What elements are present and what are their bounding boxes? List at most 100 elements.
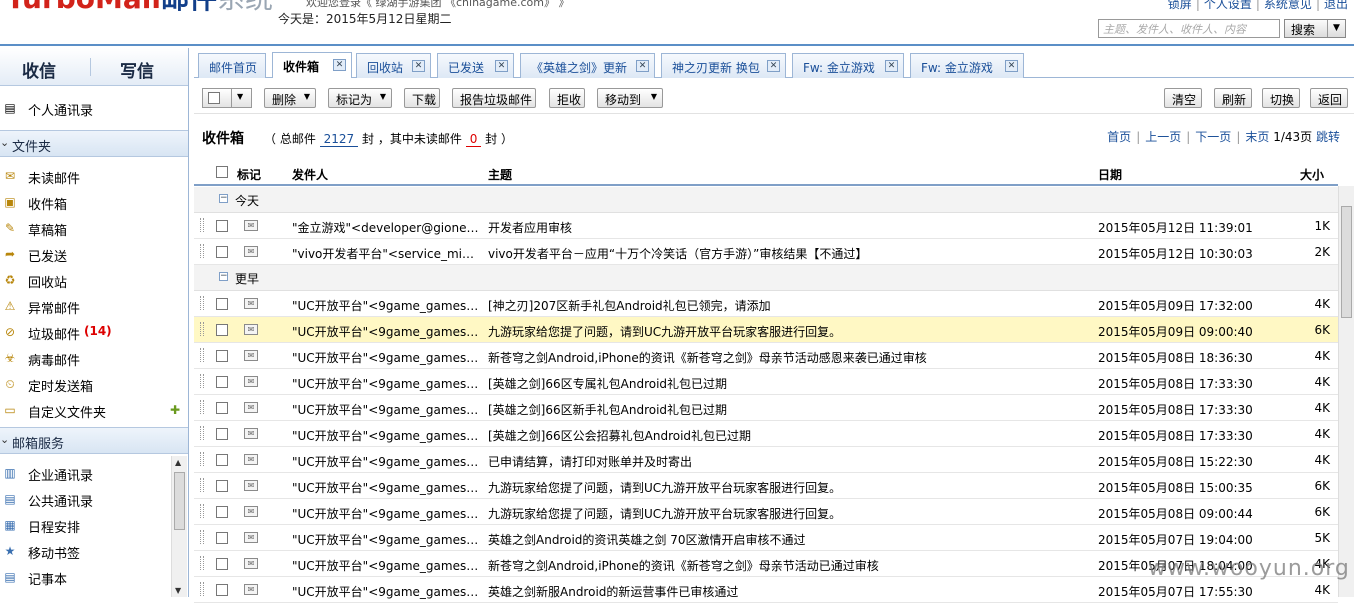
mail-subject[interactable]: 九游玩家给您提了问题，请到UC九游开放平台玩家客服进行回复。 — [488, 323, 1088, 340]
tab-item[interactable]: 回收站 ✕ — [356, 53, 431, 78]
mark-as-button[interactable]: 标记为 ▼ — [328, 88, 392, 108]
mail-sender[interactable]: "UC开放平台"<9game_gameservice@uc.cn> — [292, 427, 480, 444]
mail-subject[interactable]: 英雄之剑Android的资讯英雄之剑 70区激情开启审核不通过 — [488, 531, 1088, 548]
mail-subject[interactable]: 开发者应用审核 — [488, 219, 1088, 236]
table-row[interactable]: ✉ "UC开放平台"<9game_gameservice@uc.cn> 九游玩家给您… — [194, 317, 1338, 343]
next-page-link[interactable]: 下一页 — [1195, 130, 1231, 144]
logout-link[interactable]: 退出 — [1324, 0, 1348, 11]
table-row[interactable]: ✉ "UC开放平台"<9game_gameservice@uc.cn> 九游玩家给您… — [194, 499, 1338, 525]
drag-handle-icon[interactable] — [200, 296, 204, 310]
drag-handle-icon[interactable] — [200, 374, 204, 388]
column-mark[interactable]: 标记 — [237, 166, 261, 183]
table-row[interactable]: ✉ "vivo开发者平台"<service_mi@vivo.com> vivo开发者… — [194, 239, 1338, 265]
column-size[interactable]: 大小 — [1300, 166, 1324, 183]
mail-sender[interactable]: "UC开放平台"<9game_gameservice@uc.cn> — [292, 453, 480, 470]
table-row[interactable]: ✉ "UC开放平台"<9game_gameservice@uc.cn> 已申请结算，… — [194, 447, 1338, 473]
mail-sender[interactable]: "UC开放平台"<9game_gameservice@uc.cn> — [292, 505, 480, 522]
first-page-link[interactable]: 首页 — [1107, 130, 1131, 144]
tab-item[interactable]: 收件箱 ✕ — [272, 52, 352, 78]
drag-handle-icon[interactable] — [200, 504, 204, 518]
feedback-link[interactable]: 系统意见 — [1264, 0, 1312, 11]
mail-sender[interactable]: "UC开放平台"<9game_gameservice@uc.cn> — [292, 557, 480, 574]
sidebar-item-contacts[interactable]: ▤ 个人通讯录 — [0, 96, 188, 122]
clear-button[interactable]: 清空 — [1164, 88, 1202, 108]
table-row[interactable]: ✉ "UC开放平台"<9game_gameservice@uc.cn> [神之刃]2… — [194, 291, 1338, 317]
table-row[interactable]: ✉ "UC开放平台"<9game_gameservice@uc.cn> [英雄之剑]… — [194, 395, 1338, 421]
sidebar-item-folder[interactable]: ✎ 草稿箱 — [0, 216, 188, 242]
row-checkbox[interactable] — [216, 532, 228, 544]
reject-button[interactable]: 拒收 — [549, 88, 585, 108]
mail-sender[interactable]: "金立游戏"<developer@gionee.com> — [292, 219, 480, 236]
mail-sender[interactable]: "UC开放平台"<9game_gameservice@uc.cn> — [292, 323, 480, 340]
drag-handle-icon[interactable] — [200, 556, 204, 570]
tab-item[interactable]: Fw: 金立游戏 ✕ — [792, 53, 904, 78]
tab-item[interactable]: 已发送 ✕ — [437, 53, 514, 78]
sidebar-item-folder[interactable]: ▭ 自定义文件夹 ✚ — [0, 398, 188, 424]
receive-mail-tab[interactable]: 收信 — [22, 57, 56, 82]
column-subject[interactable]: 主题 — [488, 166, 512, 183]
row-checkbox[interactable] — [216, 324, 228, 336]
row-checkbox[interactable] — [216, 584, 228, 596]
sidebar-scrollbar[interactable]: ▲ ▼ — [171, 456, 187, 597]
drag-handle-icon[interactable] — [200, 348, 204, 362]
mail-sender[interactable]: "UC开放平台"<9game_gameservice@uc.cn> — [292, 375, 480, 392]
mail-sender[interactable]: "UC开放平台"<9game_gameservice@uc.cn> — [292, 479, 480, 496]
tab-item[interactable]: 神之刃更新 换包 ✕ — [661, 53, 786, 78]
sidebar-item-folder[interactable]: ➦ 已发送 — [0, 242, 188, 268]
row-checkbox[interactable] — [216, 558, 228, 570]
table-row[interactable]: ✉ "UC开放平台"<9game_gameservice@uc.cn> 新苍穹之剑A… — [194, 343, 1338, 369]
personal-settings-link[interactable]: 个人设置 — [1204, 0, 1252, 11]
drag-handle-icon[interactable] — [200, 244, 204, 258]
scroll-thumb[interactable] — [174, 472, 185, 530]
tab-item[interactable]: 邮件首页 — [198, 53, 266, 78]
close-tab-icon[interactable]: ✕ — [333, 59, 346, 71]
table-row[interactable]: ✉ "UC开放平台"<9game_gameservice@uc.cn> [英雄之剑]… — [194, 421, 1338, 447]
drag-handle-icon[interactable] — [200, 218, 204, 232]
row-checkbox[interactable] — [216, 376, 228, 388]
drag-handle-icon[interactable] — [200, 530, 204, 544]
drag-handle-icon[interactable] — [200, 400, 204, 414]
report-spam-button[interactable]: 报告垃圾邮件 — [452, 88, 536, 108]
row-checkbox[interactable] — [216, 246, 228, 258]
group-header[interactable]: − 今天 — [194, 187, 1338, 213]
sidebar-item-service[interactable]: ▤ 记事本 — [0, 565, 170, 591]
mail-sender[interactable]: "UC开放平台"<9game_gameservice@uc.cn> — [292, 349, 480, 366]
back-button[interactable]: 返回 — [1310, 88, 1348, 108]
column-date[interactable]: 日期 — [1098, 166, 1122, 183]
table-row[interactable]: ✉ "UC开放平台"<9game_gameservice@uc.cn> 英雄之剑An… — [194, 525, 1338, 551]
download-button[interactable]: 下载 — [404, 88, 440, 108]
scroll-thumb[interactable] — [1341, 206, 1352, 318]
table-row[interactable]: ✉ "UC开放平台"<9game_gameservice@uc.cn> [英雄之剑]… — [194, 369, 1338, 395]
chevron-down-icon[interactable]: ▼ — [1327, 20, 1345, 37]
sidebar-item-service[interactable]: ★ 移动书签 — [0, 539, 170, 565]
sidebar-item-folder[interactable]: ☣ 病毒邮件 — [0, 346, 188, 372]
row-checkbox[interactable] — [216, 428, 228, 440]
drag-handle-icon[interactable] — [200, 478, 204, 492]
table-row[interactable]: ✉ "金立游戏"<developer@gionee.com> 开发者应用审核 2015… — [194, 213, 1338, 239]
refresh-button[interactable]: 刷新 — [1214, 88, 1252, 108]
mail-sender[interactable]: "vivo开发者平台"<service_mi@vivo.com> — [292, 245, 480, 262]
delete-button[interactable]: 删除 ▼ — [264, 88, 316, 108]
mail-subject[interactable]: 已申请结算，请打印对账单并及时寄出 — [488, 453, 1088, 470]
group-header[interactable]: − 更早 — [194, 265, 1338, 291]
column-from[interactable]: 发件人 — [292, 166, 328, 183]
row-checkbox[interactable] — [216, 402, 228, 414]
sidebar-item-service[interactable]: ▤ 公共通讯录 — [0, 487, 170, 513]
collapse-icon[interactable]: − — [219, 194, 228, 203]
sidebar-item-folder[interactable]: ✉ 未读邮件 — [0, 164, 188, 190]
move-to-button[interactable]: 移动到 ▼ — [597, 88, 663, 108]
last-page-link[interactable]: 末页 — [1245, 130, 1269, 144]
drag-handle-icon[interactable] — [200, 322, 204, 336]
compose-mail-tab[interactable]: 写信 — [120, 57, 154, 82]
mail-list-scrollbar[interactable] — [1338, 186, 1354, 597]
mail-subject[interactable]: 九游玩家给您提了问题，请到UC九游开放平台玩家客服进行回复。 — [488, 505, 1088, 522]
mail-subject[interactable]: [英雄之剑]66区新手礼包Android礼包已过期 — [488, 401, 1088, 418]
mail-subject[interactable]: 九游玩家给您提了问题，请到UC九游开放平台玩家客服进行回复。 — [488, 479, 1088, 496]
services-section-header[interactable]: ⌄ 邮箱服务 — [0, 427, 188, 454]
mail-sender[interactable]: "UC开放平台"<9game_gameservice@uc.cn> — [292, 297, 480, 314]
close-tab-icon[interactable]: ✕ — [885, 60, 898, 72]
mail-sender[interactable]: "UC开放平台"<9game_gameservice@uc.cn> — [292, 583, 480, 600]
sidebar-item-folder[interactable]: ⏲ 定时发送箱 — [0, 372, 188, 398]
mail-subject[interactable]: 新苍穹之剑Android,iPhone的资讯《新苍穹之剑》母亲节活动已通过审核 — [488, 557, 1088, 574]
sidebar-item-folder[interactable]: ⊘ 垃圾邮件 (14) — [0, 320, 188, 346]
